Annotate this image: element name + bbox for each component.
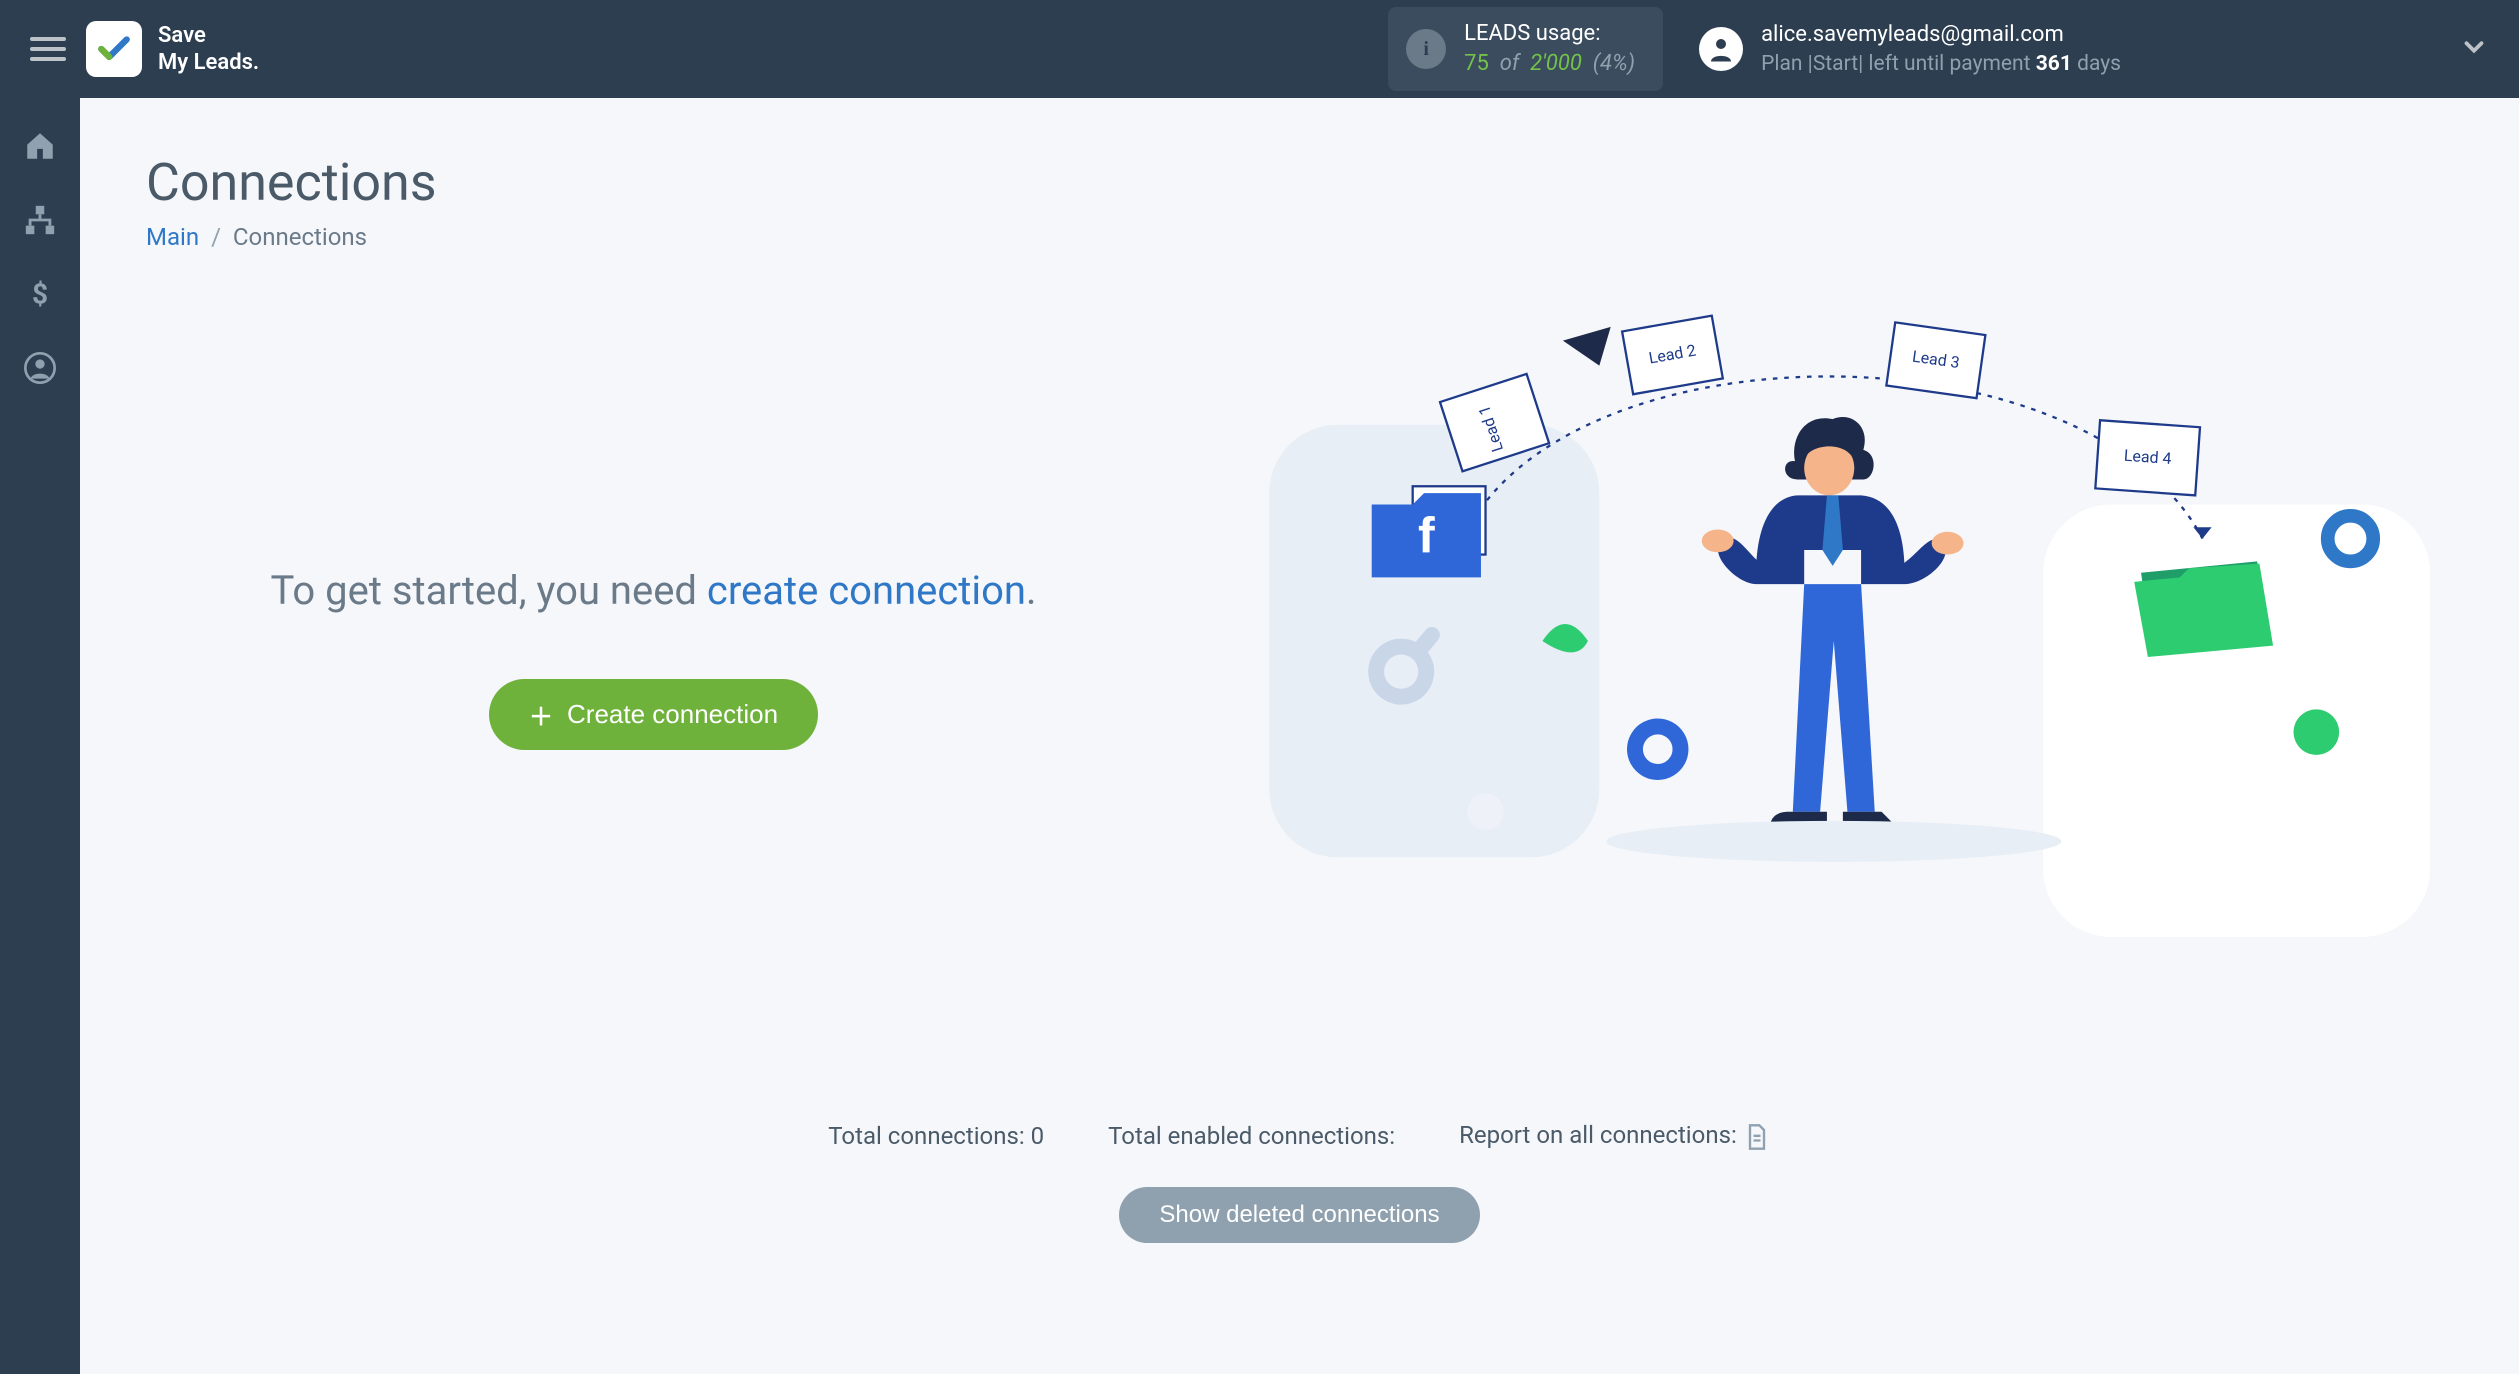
empty-state-illustration: Lead 1 Lead 2 Lead 3 Lead 4	[1201, 311, 2453, 1001]
leads-usage-box: i LEADS usage: 75 of 2'000 (4%)	[1388, 7, 1663, 90]
dollar-icon: $	[26, 277, 54, 311]
sidebar-item-billing[interactable]: $	[20, 274, 60, 314]
breadcrumb-current: Connections	[233, 223, 367, 251]
create-connection-button-label: Create connection	[567, 699, 778, 730]
user-icon	[1706, 34, 1736, 64]
document-icon	[1743, 1123, 1771, 1151]
stats-row: Total connections: 0 Total enabled conne…	[146, 1121, 2453, 1151]
topbar: Save My Leads. i LEADS usage: 75 of 2'00…	[0, 0, 2519, 98]
leads-label: LEADS usage:	[1464, 19, 1635, 49]
app-logo[interactable]	[86, 21, 142, 77]
breadcrumb: Main / Connections	[146, 223, 2453, 251]
brand-line2: My Leads.	[158, 49, 259, 77]
stat-total-value: 0	[1031, 1122, 1045, 1150]
account-email: alice.savemyleads@gmail.com	[1761, 20, 2121, 50]
user-circle-icon	[24, 352, 56, 384]
breadcrumb-sep: /	[211, 223, 221, 251]
chevron-down-icon	[2459, 32, 2489, 66]
sidebar-item-account[interactable]	[20, 348, 60, 388]
stat-total: Total connections: 0	[828, 1122, 1044, 1150]
leads-of-word: of	[1500, 51, 1520, 76]
sidebar: $	[0, 98, 80, 1374]
create-connection-link[interactable]: create connection	[707, 567, 1026, 614]
leads-total: 2'000	[1530, 51, 1582, 76]
plus-icon: ＋	[529, 697, 553, 732]
home-icon	[23, 129, 57, 163]
show-deleted-button[interactable]: Show deleted connections	[1119, 1187, 1479, 1243]
report-download-button[interactable]	[1743, 1123, 1771, 1151]
breadcrumb-main[interactable]: Main	[146, 223, 199, 251]
account-menu[interactable]: alice.savemyleads@gmail.com Plan |Start|…	[1699, 20, 2489, 78]
info-icon[interactable]: i	[1406, 29, 1446, 69]
stat-enabled: Total enabled connections:	[1108, 1122, 1395, 1150]
leads-pct: (4%)	[1593, 51, 1635, 76]
brand-line1: Save	[158, 22, 259, 50]
cta-text: To get started, you need create connecti…	[146, 563, 1161, 619]
brand-name: Save My Leads.	[158, 22, 259, 77]
avatar	[1699, 27, 1743, 71]
svg-text:Lead 4: Lead 4	[2123, 446, 2172, 468]
illustration-svg: Lead 1 Lead 2 Lead 3 Lead 4	[1201, 311, 2453, 1096]
page-title: Connections	[146, 152, 2453, 213]
leads-used: 75	[1464, 51, 1489, 76]
checkmark-icon	[95, 30, 133, 68]
sitemap-icon	[23, 203, 57, 237]
svg-text:$: $	[32, 277, 48, 310]
stat-report: Report on all connections:	[1459, 1121, 1771, 1151]
create-connection-button[interactable]: ＋ Create connection	[489, 679, 818, 750]
account-plan: Plan |Start| left until payment 361 days	[1761, 50, 2121, 78]
svg-text:f: f	[1418, 507, 1435, 563]
sidebar-item-home[interactable]	[20, 126, 60, 166]
main-content: Connections Main / Connections To get st…	[80, 98, 2519, 1374]
menu-toggle-button[interactable]	[30, 31, 66, 67]
sidebar-item-connections[interactable]	[20, 200, 60, 240]
